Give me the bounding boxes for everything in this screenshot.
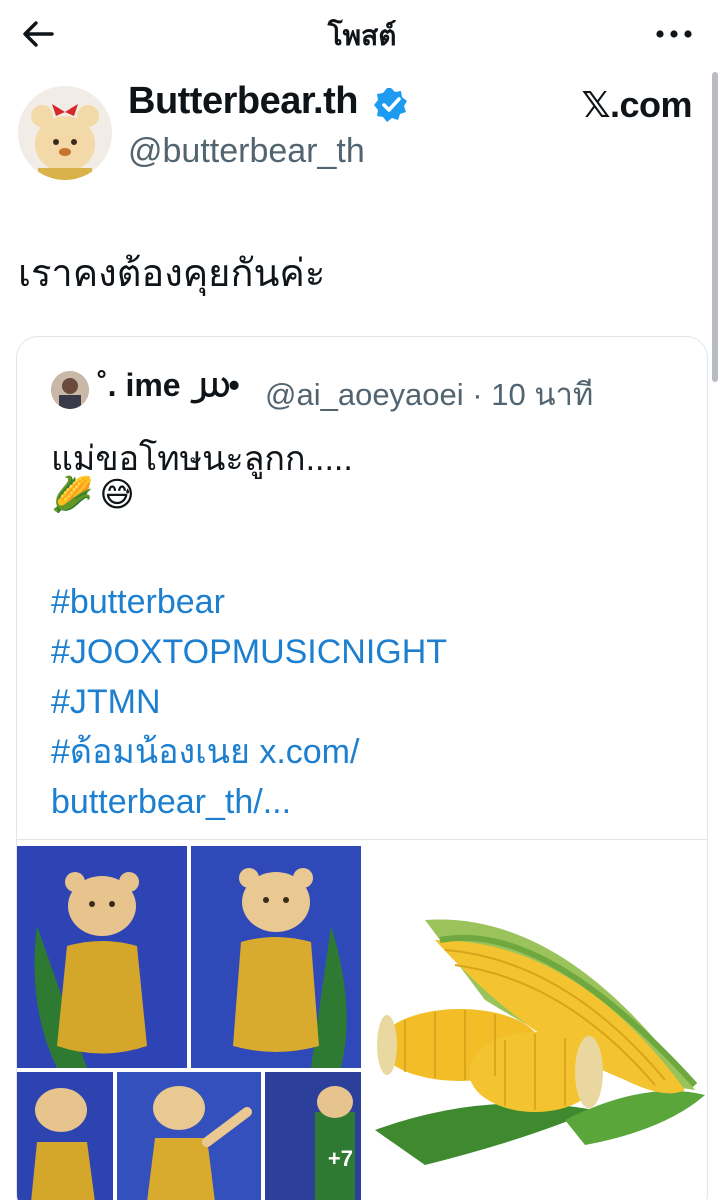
author-name[interactable]: Butterbear.th [128,80,358,123]
author-avatar[interactable] [18,86,112,180]
quote-avatar [51,371,89,409]
bear-avatar-image [18,86,112,180]
author-handle[interactable]: @butterbear_th [128,132,365,171]
page-title: โพสต์ [327,20,397,51]
more-media-count: +7 [327,1146,353,1171]
quoted-post[interactable]: ˚. ime ൰• @ai_aoeyaoei · 10 นาที แม่ขอโท… [16,336,708,1200]
source-label: 𝕏.com [581,84,692,125]
quote-handle-time: @ai_aoeyaoei · 10 นาที [265,377,594,412]
hashtag-link[interactable]: #JTMN [51,677,447,727]
hashtag-link[interactable]: #butterbear [51,577,447,627]
hashtag-link[interactable]: #JOOXTOPMUSICNIGHT [51,627,447,677]
hashtag-link[interactable]: #ด้อมน้องเนย x.com/ [51,727,447,777]
media-photo[interactable] [117,1072,261,1200]
corn-image[interactable] [365,880,708,1180]
top-bar: โพสต์ [0,0,724,66]
media-photo[interactable] [191,846,361,1068]
post-text: เราคงต้องคุยกันค่ะ [18,253,326,295]
scrollbar[interactable] [712,72,718,382]
quote-emoji: 🌽😅 [51,476,141,514]
verified-badge-icon [374,88,407,122]
media-photo[interactable] [17,1072,113,1200]
media-photo[interactable]: +7 [265,1072,361,1200]
media-photo[interactable] [17,846,187,1068]
quote-author-name: ˚. ime ൰• [97,367,240,403]
more-horizontal-icon[interactable] [654,16,694,52]
media-grid: +7 [17,839,708,1200]
hashtag-list: #butterbear #JOOXTOPMUSICNIGHT #JTMN #ด้… [51,577,447,827]
hashtag-link[interactable]: butterbear_th/... [51,777,447,827]
